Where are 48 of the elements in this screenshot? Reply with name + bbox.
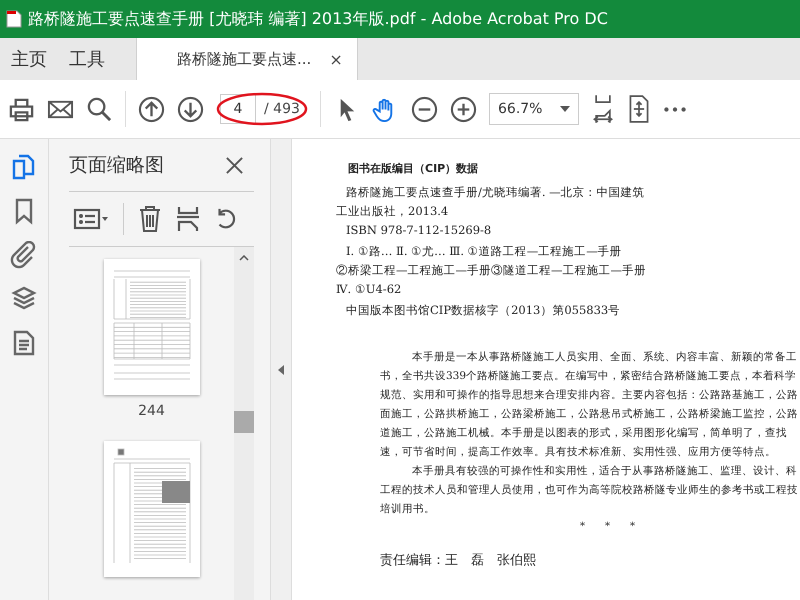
page-thumbnail[interactable] xyxy=(104,259,200,395)
text-line: 工程的技术人员和管理人员使用，也可作为高等院校路桥隧专业师生的参考书或工程技 xyxy=(380,483,799,498)
collapse-panel-icon[interactable] xyxy=(278,364,284,374)
search-icon[interactable] xyxy=(86,96,113,122)
scroll-up-icon[interactable] xyxy=(239,255,249,261)
cip-heading: 图书在版编目（CIP）数据 xyxy=(347,161,480,176)
caret-icon xyxy=(560,106,570,112)
text-line: 工业出版社，2013.4 xyxy=(336,204,450,219)
options-menu-icon[interactable] xyxy=(73,207,109,231)
close-icon[interactable] xyxy=(225,156,244,174)
paperclip-icon[interactable] xyxy=(10,241,38,269)
print-icon[interactable] xyxy=(8,96,35,122)
text-line: 速，可节省时间，提高工作效率。具有技术标准新、实用性强、应用方便等特点。 xyxy=(380,445,777,460)
text-line: 面施工，公路拱桥施工，公路梁桥施工，公路悬吊式桥施工，公路桥梁施工监控，公路 xyxy=(380,407,799,422)
text-line: 路桥隧施工要点速查手册/尤晓玮编著. —北京：中国建筑 xyxy=(345,185,646,200)
pdf-file-icon xyxy=(6,10,22,28)
page-thumbnail-with-photo[interactable] xyxy=(104,441,200,577)
text-line: 本手册是一本从事路桥隧施工人员实用、全面、系统、内容丰富、新颖的常备工 xyxy=(411,350,798,365)
zoom-in-icon[interactable] xyxy=(450,96,477,122)
zoom-dropdown[interactable]: 66.7% xyxy=(489,93,579,125)
text-line: 培训用书。 xyxy=(380,502,436,517)
window-title: 路桥隧施工要点速查手册 [尤晓玮 编著] 2013年版.pdf - Adobe Acrobat Pro DC xyxy=(28,8,608,30)
more-icon[interactable] xyxy=(663,106,687,112)
text-line: 规范、实用和可操作的指导思想来合理安排内容。主要内容包括：公路路基施工，公路 xyxy=(380,388,799,403)
trash-icon[interactable] xyxy=(138,205,162,233)
text-line: ISBN 978-7-112-15269-8 xyxy=(345,223,492,237)
scrollbar[interactable] xyxy=(234,247,254,600)
text-line: 书，全书共设339个路桥隧施工要点。在编写中，紧密结合路桥隧施工要点，本着科学 xyxy=(380,369,798,384)
text-line: Ⅳ. ①U4-62 xyxy=(336,282,402,296)
fit-width-icon[interactable] xyxy=(591,93,615,125)
scrollbar-thumb[interactable] xyxy=(234,411,254,433)
text-line: 道施工，公路施工机械。本手册是以图表的形式，采用图形化编写，简单明了，查找 xyxy=(380,426,788,441)
text-line: 本手册具有较强的可操作性和实用性，适合于从事路桥隧施工、监理、设计、科 xyxy=(411,464,798,479)
text-line: ②桥梁工程—工程施工—手册③隧道工程—工程施工—手册 xyxy=(336,263,647,278)
credits-line: 责任编辑：王 磊 张伯熙 xyxy=(380,552,537,569)
insert-page-icon[interactable] xyxy=(176,205,200,233)
tab[interactable]: 主页 xyxy=(0,38,58,80)
fit-page-icon[interactable] xyxy=(627,93,651,125)
page-total: / 493 xyxy=(264,101,300,117)
page-number-label: 244 xyxy=(138,403,165,419)
tab[interactable]: 工具 xyxy=(58,38,116,80)
section-separator: * * * xyxy=(579,520,636,533)
panel-title: 页面缩略图 xyxy=(69,153,164,178)
tab-close-button[interactable]: × xyxy=(329,50,343,68)
zoom-out-icon[interactable] xyxy=(411,96,438,122)
text-line: 中国版本图书馆CIP数据核字（2013）第055833号 xyxy=(345,303,622,318)
text-line: Ⅰ. ①路… Ⅱ. ①尤… Ⅲ. ①道路工程—工程施工—手册 xyxy=(345,244,623,259)
tab[interactable]: 路桥隧施工要点速... × xyxy=(136,38,358,80)
